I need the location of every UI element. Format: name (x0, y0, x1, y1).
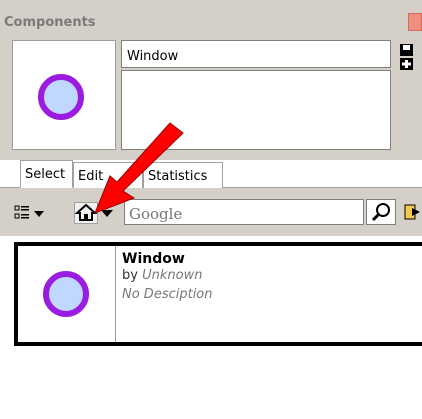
home-icon (74, 203, 98, 221)
tab-edit[interactable]: Edit (73, 162, 143, 188)
component-circle-icon (43, 271, 89, 317)
component-name-field[interactable]: Window (121, 40, 391, 68)
navigate-icon (404, 204, 420, 220)
search-button[interactable] (366, 199, 396, 225)
chevron-down-icon (101, 210, 113, 217)
result-thumbnail (18, 246, 116, 342)
save-icon (400, 44, 413, 70)
magnifier-icon (371, 203, 390, 222)
component-preview (12, 40, 116, 150)
component-description-field[interactable] (121, 70, 391, 150)
result-name: Window (122, 251, 185, 267)
window-title: Components (4, 15, 96, 30)
home-dropdown-button[interactable] (100, 202, 114, 224)
home-button[interactable] (74, 202, 98, 224)
search-input[interactable] (124, 199, 364, 225)
result-description: No Desciption (122, 287, 213, 302)
model-info-button[interactable] (399, 42, 415, 72)
view-options-button[interactable] (14, 202, 46, 224)
navigate-button[interactable] (400, 199, 422, 225)
result-author: by Unknown (122, 268, 202, 283)
component-circle-icon (38, 74, 84, 120)
tab-statistics[interactable]: Statistics (143, 162, 223, 188)
close-icon[interactable] (408, 13, 422, 31)
author-name: Unknown (142, 268, 203, 283)
list-view-icon (14, 205, 44, 219)
tab-select[interactable]: Select (20, 160, 73, 188)
author-prefix: by (122, 268, 138, 283)
